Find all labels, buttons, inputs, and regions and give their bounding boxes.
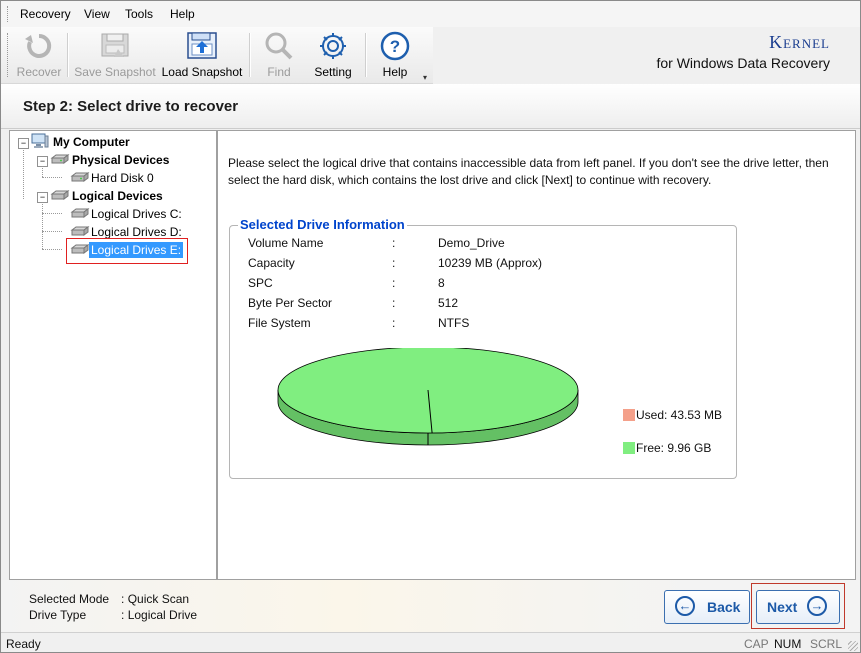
menu-help[interactable]: Help bbox=[170, 7, 195, 21]
tree-item-drive-e[interactable]: Logical Drives E: bbox=[89, 242, 184, 258]
tree-item-drive-c[interactable]: Logical Drives C: bbox=[89, 207, 184, 221]
status-text: Ready bbox=[6, 637, 41, 651]
back-button[interactable]: ← Back bbox=[664, 590, 750, 624]
magnifier-icon bbox=[265, 32, 293, 60]
toolbar-separator bbox=[249, 33, 251, 77]
drive-info-legend: Selected Drive Information bbox=[238, 217, 407, 232]
scroll-lock-indicator: SCRL bbox=[810, 637, 843, 651]
toolbar-overflow-icon[interactable]: ▾ bbox=[423, 73, 431, 82]
tree-connector bbox=[42, 231, 62, 232]
svg-text:?: ? bbox=[390, 37, 400, 56]
status-bar: Ready CAP NUM SCRL bbox=[1, 632, 860, 652]
toolbar-grip bbox=[7, 33, 11, 77]
setting-button[interactable]: Setting bbox=[309, 31, 357, 81]
toolbar-separator bbox=[365, 33, 367, 77]
selected-mode-row: Selected Mode: Quick Scan bbox=[29, 592, 190, 606]
arrow-right-icon: → bbox=[807, 596, 827, 616]
tree-connector bbox=[42, 177, 62, 178]
tree-item-my-computer[interactable]: My Computer bbox=[51, 135, 132, 149]
num-lock-indicator: NUM bbox=[774, 637, 802, 651]
drive-icon bbox=[70, 244, 90, 254]
step-header: Step 2: Select drive to recover bbox=[1, 84, 860, 129]
caps-lock-indicator: CAP bbox=[744, 637, 769, 651]
menu-view[interactable]: View bbox=[84, 7, 110, 21]
drive-tree-panel: − My Computer − Physical Devices Hard Di… bbox=[9, 130, 217, 580]
step-title: Step 2: Select drive to recover bbox=[23, 98, 239, 115]
tree-connector bbox=[42, 249, 62, 250]
help-icon: ? bbox=[380, 31, 410, 61]
brand-name: Kernel bbox=[769, 32, 830, 52]
legend-used: Used: 43.53 MB bbox=[623, 408, 722, 422]
menu-bar: Recovery View Tools Help bbox=[1, 1, 860, 27]
recover-icon bbox=[25, 33, 52, 58]
find-button[interactable]: Find bbox=[257, 31, 301, 81]
toolbar: Recover Save Snapshot Load Snapshot Find… bbox=[1, 27, 433, 84]
collapse-logical-devices-icon[interactable]: − bbox=[37, 192, 48, 203]
collapse-my-computer-icon[interactable]: − bbox=[18, 138, 29, 149]
tree-connector bbox=[23, 147, 24, 199]
menu-tools[interactable]: Tools bbox=[125, 7, 153, 21]
tree-item-drive-d[interactable]: Logical Drives D: bbox=[89, 225, 184, 239]
help-button[interactable]: ? Help bbox=[373, 31, 417, 81]
drive-type-row: Drive Type: Logical Drive bbox=[29, 608, 198, 622]
resize-grip[interactable] bbox=[848, 641, 858, 651]
brand-tagline: for Windows Data Recovery bbox=[656, 55, 830, 71]
used-swatch bbox=[623, 409, 635, 421]
save-snapshot-icon bbox=[101, 33, 129, 57]
tree-item-hard-disk-0[interactable]: Hard Disk 0 bbox=[89, 171, 156, 185]
drive-icon bbox=[70, 226, 90, 236]
arrow-left-icon: ← bbox=[675, 596, 695, 616]
legend-free: Free: 9.96 GB bbox=[623, 441, 711, 455]
hard-disk-icon bbox=[50, 154, 70, 164]
menu-recovery[interactable]: Recovery bbox=[20, 7, 71, 21]
menu-grip bbox=[7, 6, 11, 22]
load-snapshot-icon bbox=[187, 32, 217, 59]
recover-button[interactable]: Recover bbox=[15, 31, 63, 81]
disk-usage-pie-chart bbox=[277, 348, 579, 446]
tree-connector bbox=[42, 213, 62, 214]
hard-disk-icon bbox=[70, 172, 90, 182]
tree-item-logical-devices[interactable]: Logical Devices bbox=[70, 189, 165, 203]
logical-devices-icon bbox=[50, 190, 70, 200]
save-snapshot-button[interactable]: Save Snapshot bbox=[73, 31, 157, 81]
brand-logo: Kernel for Windows Data Recovery bbox=[656, 32, 830, 71]
toolbar-separator bbox=[67, 33, 69, 77]
load-snapshot-button[interactable]: Load Snapshot bbox=[161, 31, 243, 81]
tree-connector bbox=[42, 201, 43, 249]
drive-info-group: Selected Drive Information Volume Name :… bbox=[229, 217, 737, 479]
collapse-physical-devices-icon[interactable]: − bbox=[37, 156, 48, 167]
computer-icon bbox=[31, 133, 49, 148]
free-swatch bbox=[623, 442, 635, 454]
drive-details-panel: Please select the logical drive that con… bbox=[217, 130, 856, 580]
instruction-text: Please select the logical drive that con… bbox=[228, 156, 829, 187]
app-window: Recovery View Tools Help Recover Save Sn… bbox=[0, 0, 861, 653]
next-button[interactable]: Next → bbox=[756, 590, 840, 624]
tree-item-physical-devices[interactable]: Physical Devices bbox=[70, 153, 171, 167]
drive-icon bbox=[70, 208, 90, 218]
gear-icon bbox=[320, 33, 346, 59]
